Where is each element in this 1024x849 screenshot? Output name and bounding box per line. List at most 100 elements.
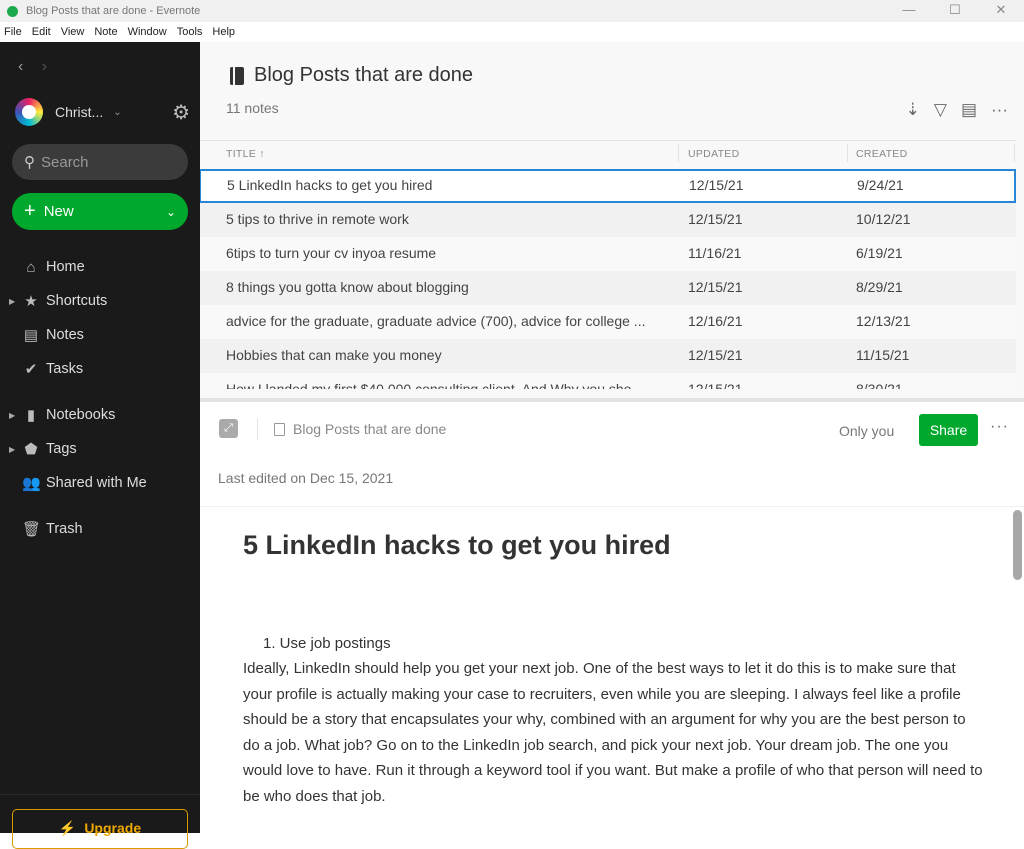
sidebar-item-tags[interactable]: ▶ ⬟ Tags [0,432,200,466]
created-cell: 6/19/21 [856,245,903,261]
table-row[interactable]: 5 tips to thrive in remote work 12/15/21… [200,203,1016,237]
window-controls: — ☐ ✕ [886,0,1024,22]
sidebar-item-notes[interactable]: ▤ Notes [0,318,200,352]
notebook-breadcrumb[interactable]: Blog Posts that are done [274,421,446,437]
chevron-down-icon[interactable]: ⌄ [166,205,176,219]
menu-tools[interactable]: Tools [177,26,203,38]
more-options-icon[interactable]: ··· [991,100,1008,120]
sidebar-item-label: Notes [46,327,84,343]
filter-icon[interactable]: ▽ [934,100,947,120]
notebook-icon [230,66,244,85]
sharing-status[interactable]: Only you [839,423,894,439]
sidebar-item-shared-with-me[interactable]: 👥 Shared with Me [0,466,200,500]
note-table: 5 LinkedIn hacks to get you hired 12/15/… [200,169,1016,389]
note-editor: ⤢ Blog Posts that are done Only you Shar… [200,402,1024,833]
gear-icon[interactable]: ⚙ [172,100,190,125]
editor-divider [200,506,1024,507]
sidebar-item-notebooks[interactable]: ▶ ▮ Notebooks [0,398,200,432]
menu-edit[interactable]: Edit [32,26,51,38]
column-header-title[interactable]: TITLE ↑ [226,148,265,160]
column-header-created[interactable]: CREATED [856,148,908,160]
created-cell: 9/24/21 [857,177,904,193]
expand-arrow-icon[interactable]: ▶ [9,297,15,306]
search-icon: ⚲ [24,154,35,171]
created-cell: 8/30/21 [856,381,903,389]
star-icon: ★ [24,293,38,310]
note-title-cell: 5 tips to thrive in remote work [226,211,409,227]
sidebar-item-shortcuts[interactable]: ▶ ★ Shortcuts [0,284,200,318]
created-cell: 12/13/21 [856,313,911,329]
new-label: New [43,203,74,220]
menu-window[interactable]: Window [128,26,167,38]
home-icon: ⌂ [26,258,36,276]
account-name[interactable]: Christ... [55,104,103,120]
close-button[interactable]: ✕ [978,0,1024,22]
table-row[interactable]: advice for the graduate, graduate advice… [200,305,1016,339]
editor-scrollbar[interactable] [1013,510,1022,580]
note-content[interactable]: 5 LinkedIn hacks to get you hired 1. Use… [243,530,983,809]
note-title-cell: 6tips to turn your cv inyoa resume [226,245,437,261]
table-row[interactable]: 6tips to turn your cv inyoa resume 11/16… [200,237,1016,271]
note-title-cell: advice for the graduate, graduate advice… [226,313,646,329]
search-input[interactable]: ⚲ Search [12,144,188,180]
list-item[interactable]: 1. Use job postings [243,635,983,652]
menu-file[interactable]: File [4,26,22,38]
notebook-icon [274,422,285,436]
menu-note[interactable]: Note [94,26,117,38]
more-options-icon[interactable]: ··· [990,418,1009,436]
view-options-icon[interactable]: ▤ [961,100,977,120]
sidebar-item-trash[interactable]: 🗑 Trash [0,512,200,546]
column-divider[interactable] [678,144,679,162]
created-cell: 11/15/21 [856,347,910,363]
breadcrumb-notebook-label: Blog Posts that are done [293,421,447,437]
window-title: Blog Posts that are done - Evernote [26,5,201,17]
editor-toolbar: ⤢ Blog Posts that are done Only you Shar… [200,402,1024,458]
lightning-icon: ⚡ [58,820,77,836]
table-row[interactable]: Hobbies that can make you money 12/15/21… [200,339,1016,373]
column-header-updated[interactable]: UPDATED [688,148,740,160]
sort-icon[interactable]: ⇣ [906,100,920,120]
tag-icon: ⬟ [24,441,38,458]
evernote-logo-icon [7,5,18,17]
sidebar-item-label: Shared with Me [46,475,147,491]
expand-arrow-icon[interactable]: ▶ [9,411,15,420]
notebook-header: Blog Posts that are done [230,64,473,87]
minimize-button[interactable]: — [886,0,932,22]
last-edited: Last edited on Dec 15, 2021 [218,470,394,486]
new-note-button[interactable]: + New ⌄ [12,193,188,230]
note-title[interactable]: 5 LinkedIn hacks to get you hired [243,530,983,561]
menu-view[interactable]: View [61,26,85,38]
updated-cell: 12/15/21 [688,347,743,363]
chevron-down-icon[interactable]: ⌄ [113,107,121,118]
note-title-cell: How I landed my first $40,000 consulting… [226,381,644,389]
sidebar-item-tasks[interactable]: ✔ Tasks [0,352,200,386]
share-button[interactable]: Share [919,414,978,446]
note-title-cell: 5 LinkedIn hacks to get you hired [227,177,433,193]
sidebar-item-label: Shortcuts [46,293,108,309]
table-row[interactable]: 8 things you gotta know about blogging 1… [200,271,1016,305]
sidebar-item-label: Tasks [46,361,84,377]
menu-help[interactable]: Help [212,26,235,38]
forward-arrow-icon[interactable]: › [42,58,47,75]
back-arrow-icon[interactable]: ‹ [18,58,23,75]
menu-bar: File Edit View Note Window Tools Help [0,22,1024,42]
table-row[interactable]: How I landed my first $40,000 consulting… [200,373,1016,389]
sidebar: ‹ › Christ... ⌄ ⚙ ⚲ Search + New ⌄ ⌂ Hom… [0,42,200,849]
avatar[interactable] [15,98,43,126]
sidebar-item-label: Trash [46,521,83,537]
list-toolbar: ⇣ ▽ ▤ ··· [892,100,1008,120]
sidebar-item-home[interactable]: ⌂ Home [0,250,200,284]
column-divider[interactable] [1014,144,1015,162]
column-divider[interactable] [847,144,848,162]
account-switcher[interactable]: Christ... ⌄ ⚙ [15,98,190,126]
maximize-button[interactable]: ☐ [932,0,978,22]
upgrade-button[interactable]: ⚡ Upgrade [12,809,188,849]
expand-arrow-icon[interactable]: ▶ [9,445,15,454]
table-row[interactable]: 5 LinkedIn hacks to get you hired 12/15/… [200,169,1016,203]
expand-icon[interactable]: ⤢ [219,419,238,438]
sidebar-item-label: Tags [46,441,77,457]
note-paragraph[interactable]: Ideally, LinkedIn should help you get yo… [243,656,983,809]
history-nav: ‹ › [18,58,61,76]
created-cell: 10/12/21 [856,211,911,227]
updated-cell: 12/15/21 [689,177,744,193]
